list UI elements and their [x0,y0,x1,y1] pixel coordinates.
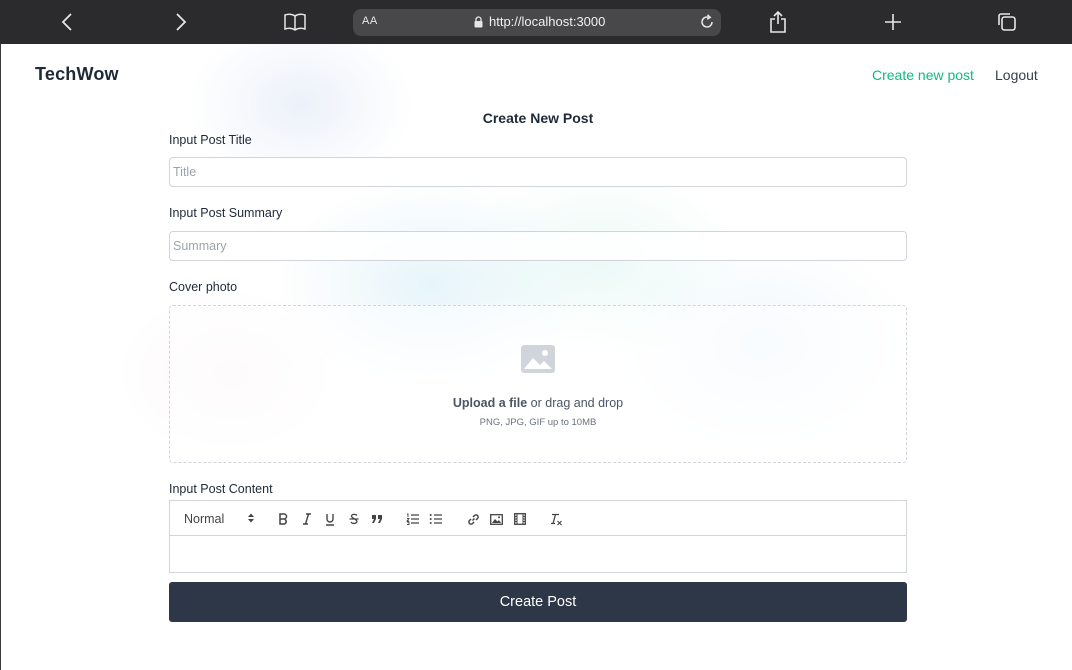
page-content: TechWow Create new post Logout Create Ne… [0,44,1072,670]
url-text: http://localhost:3000 [489,14,606,29]
insert-image-icon[interactable] [489,511,503,527]
brand-logo[interactable]: TechWow [35,64,119,85]
form-title: Create New Post [482,110,594,126]
bold-icon[interactable] [276,511,290,527]
rich-text-editor: Normal [169,500,907,573]
cover-photo-dropzone[interactable]: Upload a file or drag and drop PNG, JPG,… [169,305,907,463]
cover-photo-label: Cover photo [169,280,238,294]
bullet-list-icon[interactable] [429,511,443,527]
heading-select[interactable]: Normal [184,511,258,527]
bookmarks-icon[interactable] [277,6,313,38]
upload-instructions: Upload a file or drag and drop [170,396,906,410]
summary-input[interactable] [169,231,907,261]
image-icon [520,344,556,379]
upload-hint: PNG, JPG, GIF up to 10MB [479,417,597,428]
browser-toolbar: AA http://localhost:3000 [0,0,1072,44]
reload-icon[interactable] [698,13,716,31]
logout-link[interactable]: Logout [995,67,1038,83]
title-input[interactable] [169,157,907,187]
content-label: Input Post Content [169,482,273,496]
forward-icon[interactable] [163,6,199,38]
underline-icon[interactable] [323,511,337,527]
blockquote-icon[interactable] [370,511,384,527]
editor-toolbar: Normal [170,501,906,536]
drag-drop-text: or drag and drop [527,396,624,410]
create-new-post-link[interactable]: Create new post [872,67,974,83]
address-bar[interactable]: AA http://localhost:3000 [353,9,721,36]
summary-label: Input Post Summary [169,206,283,220]
share-icon[interactable] [760,6,796,38]
italic-icon[interactable] [300,511,314,527]
new-tab-icon[interactable] [875,6,911,38]
insert-video-icon[interactable] [513,511,527,527]
heading-select-value: Normal [184,512,225,526]
ordered-list-icon[interactable] [406,511,420,527]
title-label: Input Post Title [169,133,252,147]
editor-content-area[interactable] [170,536,906,572]
link-icon[interactable] [466,511,480,527]
back-icon[interactable] [49,6,85,38]
lock-icon [474,16,483,28]
tabs-overview-icon[interactable] [989,6,1025,38]
select-arrows-icon [247,512,255,527]
create-post-button[interactable]: Create Post [169,582,907,622]
strikethrough-icon[interactable] [347,511,361,527]
reader-aa-button[interactable]: AA [362,15,378,27]
clear-format-icon[interactable] [549,511,563,527]
upload-file-link[interactable]: Upload a file [453,396,527,410]
